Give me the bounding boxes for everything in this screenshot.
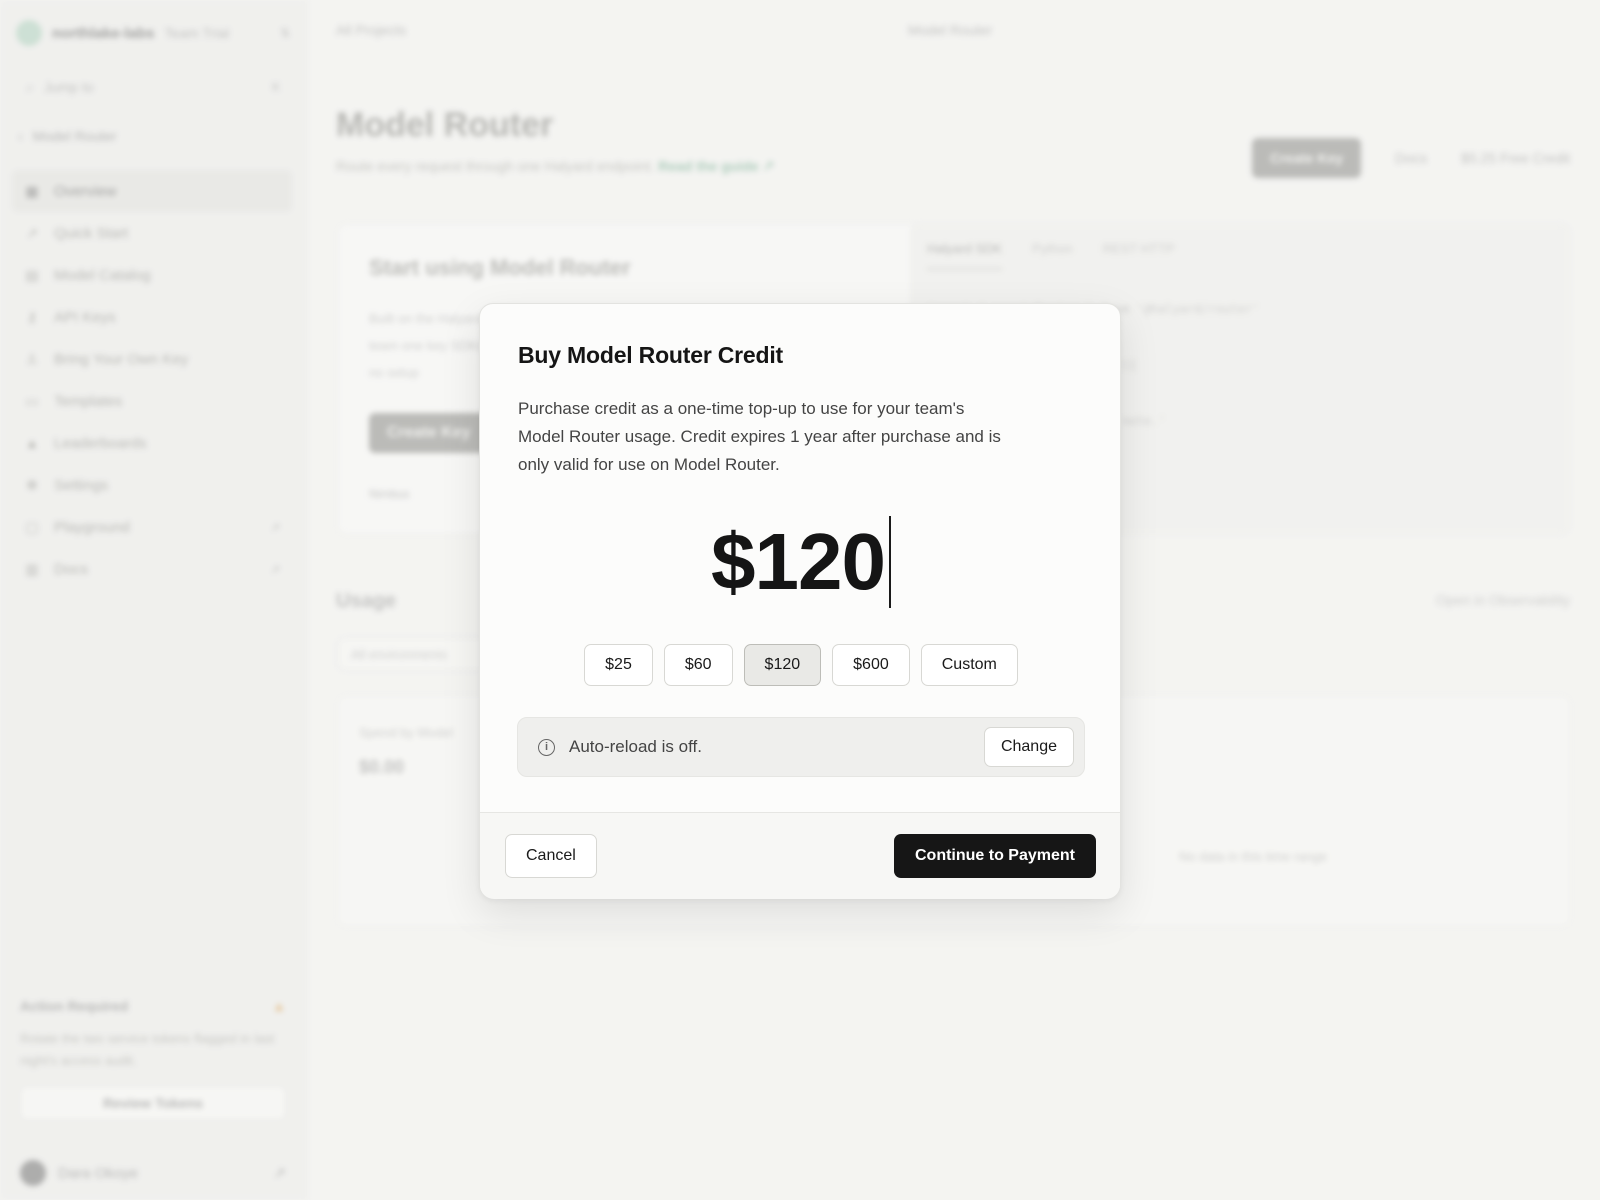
change-auto-reload-button[interactable]: Change (983, 727, 1074, 767)
auto-reload-status: Auto-reload is off. (569, 737, 702, 756)
buy-credit-modal: Buy Model Router Credit Purchase credit … (479, 303, 1121, 899)
preset-60-button[interactable]: $60 (663, 644, 733, 686)
modal-description: Purchase credit as a one-time top-up to … (518, 399, 1001, 474)
amount-presets: $25 $60 $120 $600 Custom (480, 644, 1122, 686)
preset-600-button[interactable]: $600 (832, 644, 910, 686)
preset-25-button[interactable]: $25 (584, 644, 653, 686)
text-cursor (888, 516, 891, 608)
modal-title: Buy Model Router Credit (518, 342, 784, 368)
continue-to-payment-button[interactable]: Continue to Payment (893, 834, 1096, 878)
info-icon: i (538, 738, 555, 756)
preset-120-button[interactable]: $120 (743, 644, 822, 686)
cancel-button[interactable]: Cancel (505, 834, 597, 878)
amount-input[interactable]: $120 (480, 514, 1122, 610)
auto-reload-banner: i Auto-reload is off. Change (517, 717, 1085, 777)
amount-value[interactable]: $120 (711, 514, 886, 610)
preset-custom-button[interactable]: Custom (920, 644, 1018, 686)
modal-footer: Cancel Continue to Payment (480, 813, 1120, 899)
